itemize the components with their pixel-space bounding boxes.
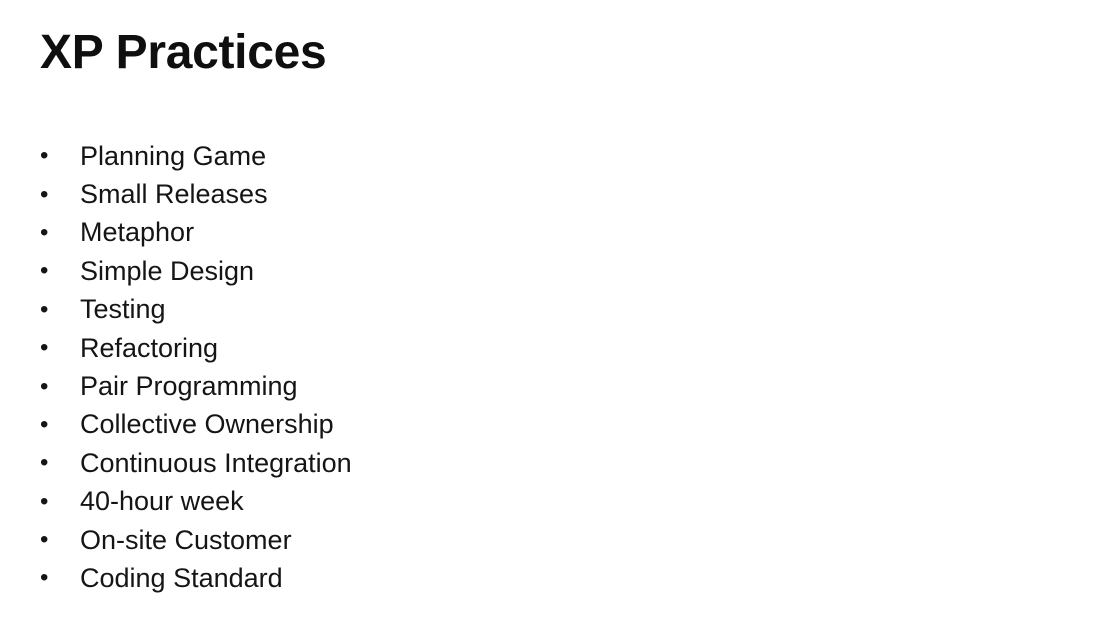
slide-title: XP Practices	[40, 26, 327, 79]
list-item-text: Pair Programming	[80, 371, 298, 402]
list-item-text: Small Releases	[80, 179, 268, 210]
list-item: • On-site Customer	[38, 521, 352, 559]
list-item-text: Collective Ownership	[80, 409, 334, 440]
list-item-text: Coding Standard	[80, 562, 283, 593]
bullet-icon: •	[40, 526, 49, 554]
bullet-icon: •	[40, 295, 49, 323]
list-item-text: Continuous Integration	[80, 447, 352, 478]
list-item: • Refactoring	[38, 329, 352, 367]
list-item: • Planning Game	[38, 137, 352, 175]
list-item: • Coding Standard	[38, 559, 352, 597]
bullet-icon: •	[40, 449, 49, 477]
bullet-icon: •	[40, 487, 49, 515]
bullet-icon: •	[40, 410, 49, 438]
bullet-icon: •	[40, 334, 49, 362]
list-item: • Small Releases	[38, 175, 352, 213]
list-item: • Continuous Integration	[38, 444, 352, 482]
bullet-icon: •	[40, 142, 49, 170]
list-item: • Metaphor	[38, 214, 352, 252]
list-item-text: Refactoring	[80, 332, 219, 363]
list-item-text: Testing	[80, 294, 166, 325]
presentation-slide: XP Practices • Planning Game • Small Relea…	[0, 0, 1117, 632]
list-item-text: 40-hour week	[80, 486, 244, 517]
list-item-text: Planning Game	[80, 140, 267, 171]
list-item: • Pair Programming	[38, 367, 352, 405]
bullet-icon: •	[40, 180, 49, 208]
list-item-text: On-site Customer	[80, 524, 292, 555]
bullet-icon: •	[40, 218, 49, 246]
list-item: • Simple Design	[38, 252, 352, 290]
list-item-text: Metaphor	[80, 217, 195, 248]
bullet-icon: •	[40, 257, 49, 285]
list-item: • Testing	[38, 291, 352, 329]
xp-practices-list: • Planning Game • Small Releases • Metaphor…	[38, 137, 352, 598]
bullet-icon: •	[40, 564, 49, 592]
list-item: • 40-hour week	[38, 483, 352, 521]
list-item-text: Simple Design	[80, 255, 255, 286]
bullet-icon: •	[40, 372, 49, 400]
list-item: • Collective Ownership	[38, 406, 352, 444]
